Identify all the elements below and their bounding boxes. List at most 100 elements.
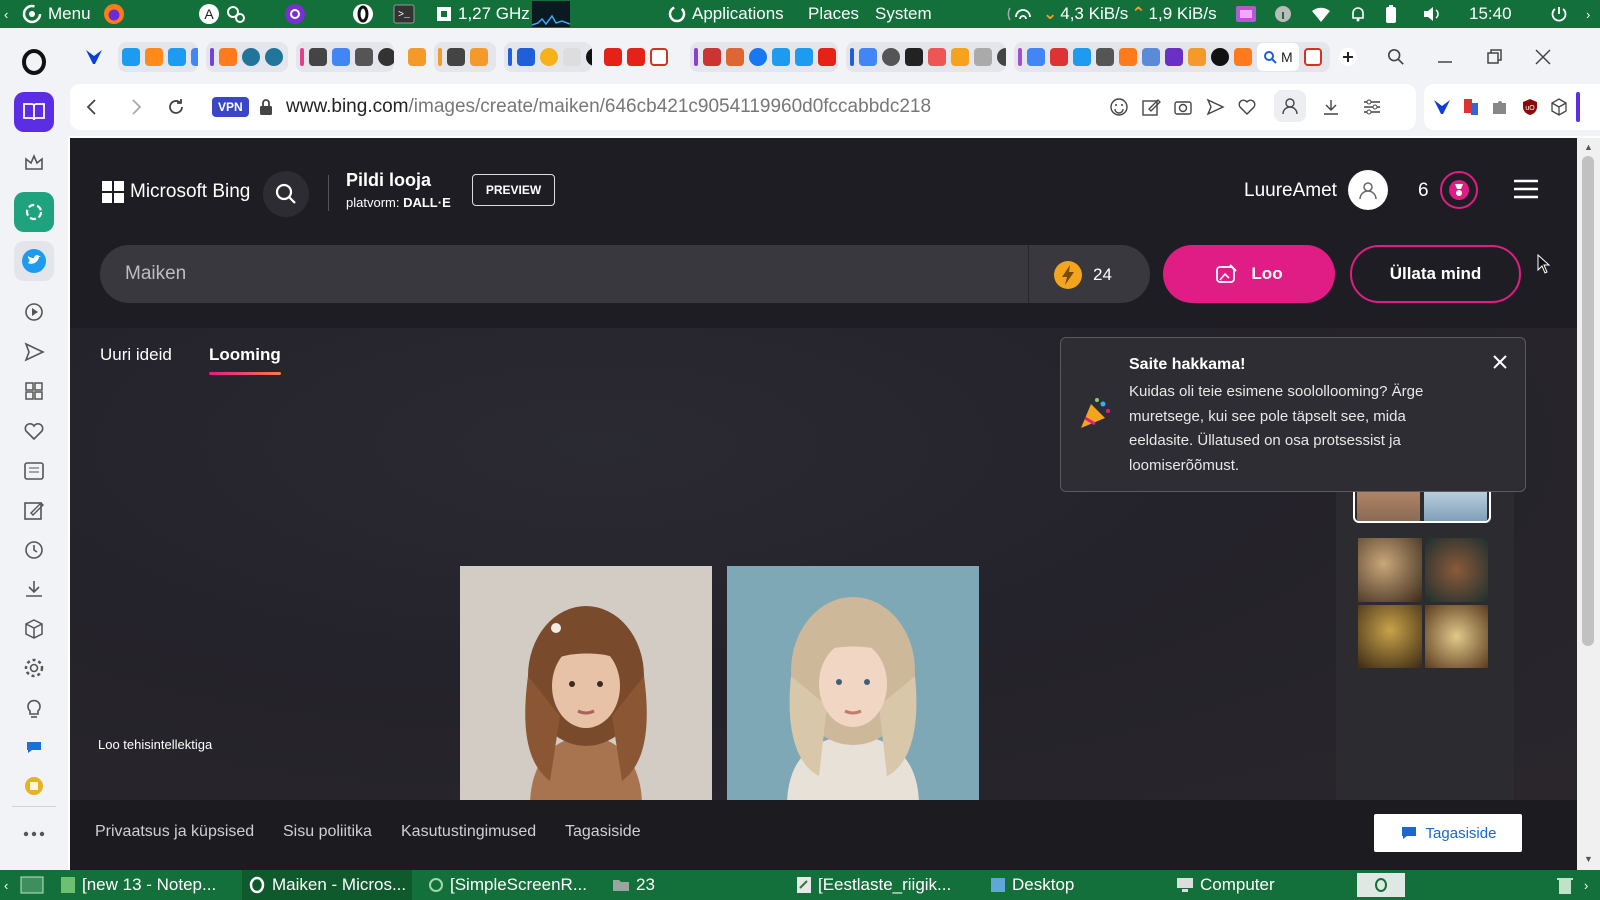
tab-explore-ideas[interactable]: Uuri ideid (100, 345, 172, 365)
news-icon[interactable] (14, 451, 54, 491)
lightbulb-icon[interactable] (14, 688, 54, 728)
workspace-switcher[interactable] (1357, 873, 1405, 897)
notifications-bell-icon[interactable] (1349, 0, 1367, 28)
clock[interactable]: 15:40 (1469, 0, 1512, 28)
opera-logo-icon[interactable] (14, 42, 54, 82)
tab-single-flame[interactable] (404, 42, 428, 72)
back-icon[interactable] (82, 97, 102, 122)
speed-dial-icon[interactable] (14, 371, 54, 411)
feedback-link[interactable]: Tagasiside (565, 823, 641, 841)
generated-image-1[interactable] (460, 566, 712, 800)
ublock-shield-icon[interactable]: uO (1520, 97, 1540, 122)
taskbar-item-screenrecorder[interactable]: [SimpleScreenR... (428, 870, 587, 900)
opera-launcher-icon[interactable] (352, 0, 374, 28)
close-window-icon[interactable] (1530, 42, 1556, 72)
tab-group-news[interactable] (504, 42, 592, 72)
taskbar-item-opera[interactable]: Maiken - Micros... (242, 870, 413, 900)
taskbar-scroll-left-icon[interactable]: ‹ (4, 870, 8, 900)
terms-link[interactable]: Kasutustingimused (401, 823, 536, 841)
taskbar-scroll-right-icon[interactable]: › (1584, 870, 1588, 900)
bing-logo[interactable]: Microsoft Bing (102, 181, 250, 203)
rewards-count[interactable]: 6 (1418, 180, 1429, 202)
scroll-up-icon[interactable]: ▲ (1584, 142, 1593, 152)
workspace-button[interactable] (14, 92, 54, 132)
taskbar-item-folder[interactable]: 23 (612, 870, 655, 900)
podcast-app-icon[interactable] (284, 0, 306, 28)
tab-group-google[interactable] (846, 42, 1006, 72)
tab-group-archives[interactable] (296, 42, 394, 72)
volume-icon[interactable] (1422, 0, 1442, 28)
text-app-launcher-icon[interactable]: A (198, 0, 220, 28)
hamburger-menu-icon[interactable] (1513, 179, 1539, 204)
player-icon[interactable] (14, 292, 54, 332)
system-menu[interactable]: System (875, 0, 932, 28)
emoji-icon[interactable] (1109, 97, 1129, 122)
url-input[interactable]: www.bing.com/images/create/maiken/646cb4… (286, 84, 931, 130)
content-policy-link[interactable]: Sisu poliitika (283, 823, 372, 841)
tab-group-museum[interactable] (434, 42, 496, 72)
tab-group-mixed[interactable]: M (1014, 42, 1330, 72)
send-icon[interactable] (14, 332, 54, 372)
profile-icon[interactable] (1274, 90, 1306, 122)
applications-menu[interactable]: Applications (668, 0, 784, 28)
settings-gear-icon[interactable] (14, 648, 54, 688)
panel-scroll-right-icon[interactable]: › (1586, 0, 1590, 28)
cpu-frequency-applet[interactable]: 1,27 GHz (434, 0, 530, 28)
boosts-counter[interactable]: 24 (1053, 260, 1112, 290)
places-menu[interactable]: Places (808, 0, 859, 28)
privacy-link[interactable]: Privaatsus ja küpsised (95, 823, 254, 841)
power-icon[interactable] (1550, 0, 1568, 28)
tab-pinned-yandex[interactable] (80, 42, 108, 72)
create-button[interactable]: Loo (1163, 245, 1335, 303)
bookmark-heart-icon[interactable] (1237, 97, 1257, 122)
vpn-badge[interactable]: VPN (212, 97, 249, 117)
translate-extension-icon[interactable] (1461, 97, 1481, 122)
taskbar-item-notepad[interactable]: [new 13 - Notep... (60, 870, 216, 900)
taskbar-item-document[interactable]: [Eestlaste_riigik... (796, 870, 951, 900)
scrollbar-thumb[interactable] (1582, 156, 1594, 646)
menu-button[interactable]: Menu (22, 0, 91, 28)
surprise-me-button[interactable]: Üllata mind (1350, 245, 1521, 303)
tab-group-social-two[interactable] (690, 42, 838, 72)
popup-close-icon[interactable] (1492, 354, 1508, 375)
page-scrollbar[interactable]: ▲ ▼ (1577, 138, 1600, 870)
prompt-input[interactable]: Maiken (125, 245, 186, 303)
tab-group-wordpress[interactable] (206, 42, 288, 72)
username[interactable]: LuureAmet (1244, 180, 1337, 202)
taskbar-item-desktop[interactable]: Desktop (990, 870, 1074, 900)
history-clock-icon[interactable] (14, 530, 54, 570)
feedback-button[interactable]: Tagasiside (1374, 814, 1522, 852)
download-icon[interactable] (1321, 97, 1341, 122)
rewards-medal-icon[interactable] (1440, 171, 1478, 209)
tab-creations[interactable]: Looming (209, 345, 281, 365)
wallet-coin-icon[interactable] (14, 766, 54, 806)
recent-creation-set[interactable] (1358, 538, 1488, 668)
edit-snapshot-icon[interactable] (1141, 97, 1161, 122)
tab-group-video[interactable] (600, 42, 682, 72)
yandex-extension-icon[interactable] (1432, 97, 1452, 122)
crown-icon[interactable] (14, 143, 54, 183)
generated-image-2[interactable] (727, 566, 979, 800)
taskbar-item-computer[interactable]: Computer (1176, 870, 1275, 900)
bing-search-button[interactable] (263, 171, 309, 217)
panel-scroll-left-icon[interactable]: ‹ (4, 0, 8, 28)
info-applet-icon[interactable] (1274, 0, 1292, 28)
forward-icon[interactable] (126, 97, 146, 122)
lock-icon[interactable] (259, 98, 273, 121)
tab-search-icon[interactable] (1383, 42, 1409, 72)
snapshot-edit-icon[interactable] (14, 490, 54, 530)
settings-gears-icon[interactable] (225, 0, 247, 28)
send-page-icon[interactable] (1205, 97, 1225, 122)
sidebar-more-icon[interactable] (14, 814, 54, 854)
firefox-launcher-icon[interactable] (103, 0, 125, 28)
easy-setup-icon[interactable] (1362, 97, 1382, 122)
tab-active-bing[interactable]: M (1257, 43, 1299, 71)
terminal-launcher-icon[interactable]: >_ (393, 0, 415, 28)
show-desktop-icon[interactable] (20, 870, 44, 900)
trash-icon[interactable] (1556, 870, 1574, 900)
minimize-window-icon[interactable] (1432, 42, 1458, 72)
chatgpt-icon[interactable] (14, 192, 54, 232)
messenger-bubble-icon[interactable] (14, 727, 54, 767)
bookmarks-heart-icon[interactable] (14, 411, 54, 451)
new-tab-button[interactable] (1334, 42, 1362, 72)
